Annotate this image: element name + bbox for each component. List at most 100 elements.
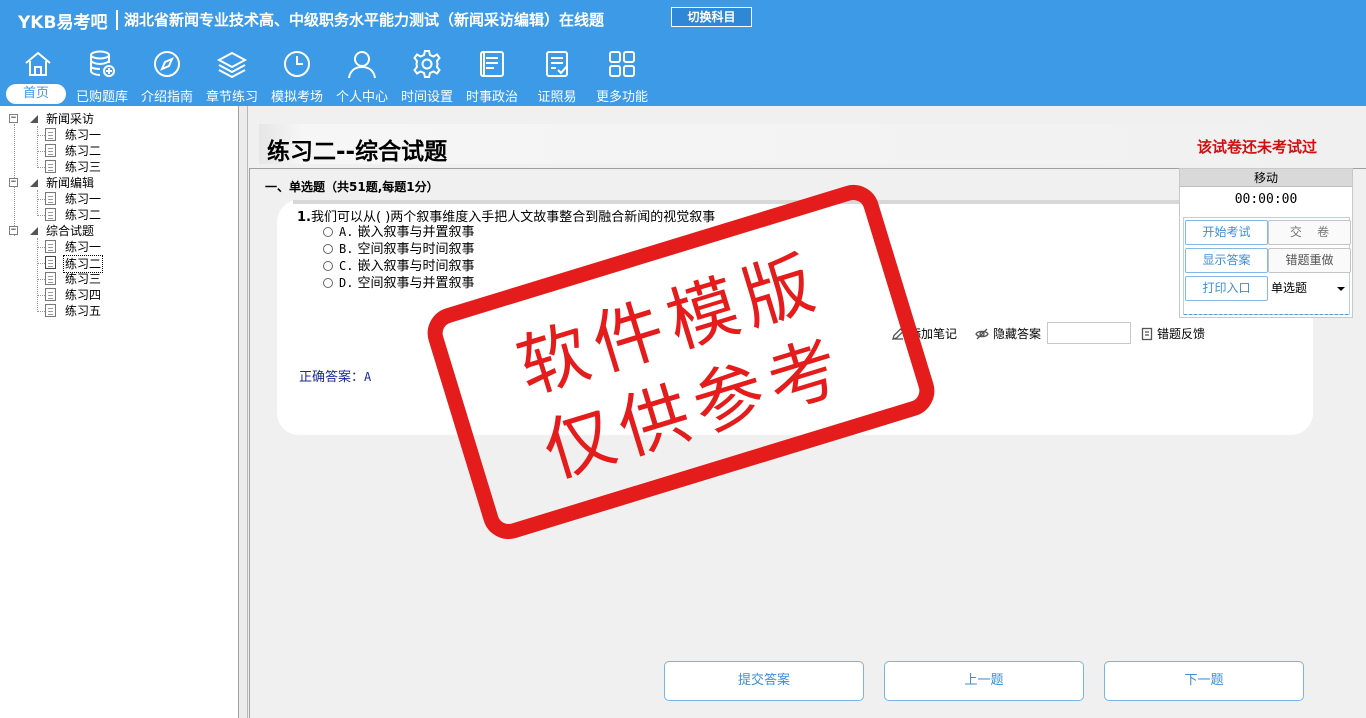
report-error-label: 错题反馈 <box>1157 327 1206 341</box>
tree-item-label: 练习二 <box>65 208 102 222</box>
tree-connector <box>37 199 45 200</box>
database-icon <box>90 50 115 77</box>
tree-connector <box>37 311 45 312</box>
layers-icon <box>216 51 248 79</box>
document-icon <box>45 240 56 253</box>
tree-item[interactable]: 练习二 <box>37 207 217 223</box>
tree-item[interactable]: 练习一 <box>37 239 217 255</box>
submit-answer-button[interactable]: 提交答案 <box>664 661 864 701</box>
question-type-select[interactable]: 单选题 <box>1268 276 1351 301</box>
option-b[interactable]: B. 空间叙事与时间叙事 <box>323 241 474 258</box>
tree-group-comprehensive[interactable]: − 综合试题 <box>9 223 229 239</box>
gear-icon <box>413 50 441 78</box>
exam-timer: 00:00:00 <box>1234 192 1298 207</box>
hand-in-button[interactable]: 交 卷 <box>1268 220 1351 245</box>
option-c[interactable]: C. 嵌入叙事与时间叙事 <box>323 258 474 275</box>
tree-item[interactable]: 练习一 <box>37 127 217 143</box>
question-type-value: 单选题 <box>1271 281 1308 295</box>
radio-button[interactable] <box>323 261 333 271</box>
nav-mock-exam[interactable]: 模拟考场 <box>265 44 329 105</box>
radio-button[interactable] <box>323 278 333 288</box>
answer-input[interactable] <box>1047 322 1131 344</box>
compass-icon <box>154 51 180 77</box>
tree-item[interactable]: 练习一 <box>37 191 217 207</box>
question-stem: 1.我们可以从( )两个叙事维度入手把人文故事整合到融合新闻的视觉叙事 <box>297 206 715 225</box>
tree-group-label: 新闻编辑 <box>46 176 95 190</box>
show-answer-button[interactable]: 显示答案 <box>1185 248 1268 273</box>
tree-item[interactable]: 练习三 <box>37 159 217 175</box>
tree-group-news-interview[interactable]: − 新闻采访 <box>9 111 229 127</box>
tree-item[interactable]: 练习二 <box>37 143 217 159</box>
tree-connector <box>37 263 45 264</box>
next-question-button[interactable]: 下一题 <box>1104 661 1304 701</box>
document-edit-icon <box>45 256 56 269</box>
splitter[interactable] <box>239 106 248 718</box>
nav-more[interactable]: 更多功能 <box>590 44 654 105</box>
user-icon <box>348 51 376 79</box>
switch-subject-button[interactable]: 切换科目 <box>671 7 752 27</box>
panel-button-group: 开始考试 交 卷 显示答案 错题重做 打印入口 单选题 <box>1183 217 1351 315</box>
option-a[interactable]: A. 嵌入叙事与并置叙事 <box>323 224 474 241</box>
correct-answer: 正确答案：A <box>299 366 371 385</box>
document-icon <box>45 304 56 317</box>
nav-profile[interactable]: 个人中心 <box>330 44 394 105</box>
tree-connector <box>37 151 45 152</box>
radio-button[interactable] <box>323 227 333 237</box>
panel-scrollbar[interactable] <box>1184 314 1348 315</box>
tree-item-label: 练习一 <box>65 128 102 142</box>
question-text: 我们可以从( )两个叙事维度入手把人文故事整合到融合新闻的视觉叙事 <box>310 210 716 225</box>
tree-item[interactable]: 练习四 <box>37 287 217 303</box>
hide-answer-button[interactable]: 隐藏答案 <box>975 326 1041 342</box>
nav-label: 首页 <box>6 84 66 104</box>
nav-license[interactable]: 证照易 <box>525 44 589 105</box>
expanded-arrow-icon <box>30 115 38 123</box>
app-title: 湖北省新闻专业技术高、中级职务水平能力测试（新闻采访编辑）在线题 <box>124 11 605 29</box>
tree-item-label: 练习三 <box>65 272 102 286</box>
tree-connector <box>37 215 45 216</box>
expanded-arrow-icon <box>30 227 38 235</box>
option-key: D. <box>339 276 354 290</box>
nav-chapter[interactable]: 章节练习 <box>200 44 264 105</box>
report-error-button[interactable]: 错题反馈 <box>1141 326 1205 342</box>
home-icon <box>25 51 51 76</box>
expanded-arrow-icon <box>30 179 38 187</box>
feedback-icon <box>1141 327 1153 341</box>
tree-item-label: 练习四 <box>65 288 102 302</box>
prev-question-button[interactable]: 上一题 <box>884 661 1084 701</box>
tree-item[interactable]: 练习五 <box>37 303 217 319</box>
nav-current-affairs[interactable]: 时事政治 <box>460 44 524 105</box>
nav-guide[interactable]: 介绍指南 <box>135 44 199 105</box>
brand-logo: YKB易考吧 <box>18 8 107 33</box>
collapse-toggle[interactable]: − <box>9 226 18 235</box>
option-key: B. <box>339 242 354 256</box>
collapse-toggle[interactable]: − <box>9 178 18 187</box>
tree-connector <box>37 135 45 136</box>
nav-label: 更多功能 <box>595 90 648 105</box>
document-icon <box>45 288 56 301</box>
correct-answer-value: A <box>364 370 372 384</box>
radio-button[interactable] <box>323 244 333 254</box>
nav-home[interactable]: 首页 <box>6 44 70 104</box>
panel-drag-handle[interactable]: 移动 <box>1180 169 1352 187</box>
option-key: A. <box>339 225 354 239</box>
exam-status: 该试卷还未考试过 <box>1197 138 1318 156</box>
print-button[interactable]: 打印入口 <box>1185 276 1268 301</box>
option-d[interactable]: D. 空间叙事与并置叙事 <box>323 275 474 292</box>
start-exam-button[interactable]: 开始考试 <box>1185 220 1268 245</box>
tree-item-selected[interactable]: 练习二 <box>37 255 217 273</box>
checklist-icon <box>546 51 568 77</box>
option-key: C. <box>339 259 354 273</box>
main-nav: 首页 已购题库 介绍指南 章节练习 模拟考场 个人中心 时间设置 时事政治 证照… <box>0 44 700 105</box>
tree-group-news-editing[interactable]: − 新闻编辑 <box>9 175 229 191</box>
tree-connector <box>37 295 45 296</box>
redo-wrong-button[interactable]: 错题重做 <box>1268 248 1351 273</box>
clock-icon <box>284 51 310 77</box>
nav-time-settings[interactable]: 时间设置 <box>395 44 459 105</box>
exam-control-panel: 移动 00:00:00 开始考试 交 卷 显示答案 错题重做 打印入口 单选题 <box>1179 168 1353 318</box>
tree-group-label: 综合试题 <box>46 224 95 238</box>
section-heading: 一、单选题（共51题,每题1分） <box>265 180 439 194</box>
collapse-toggle[interactable]: − <box>9 114 18 123</box>
tree-item[interactable]: 练习三 <box>37 271 217 287</box>
nav-purchased[interactable]: 已购题库 <box>70 44 134 105</box>
tree-item-label: 练习二 <box>65 144 102 158</box>
